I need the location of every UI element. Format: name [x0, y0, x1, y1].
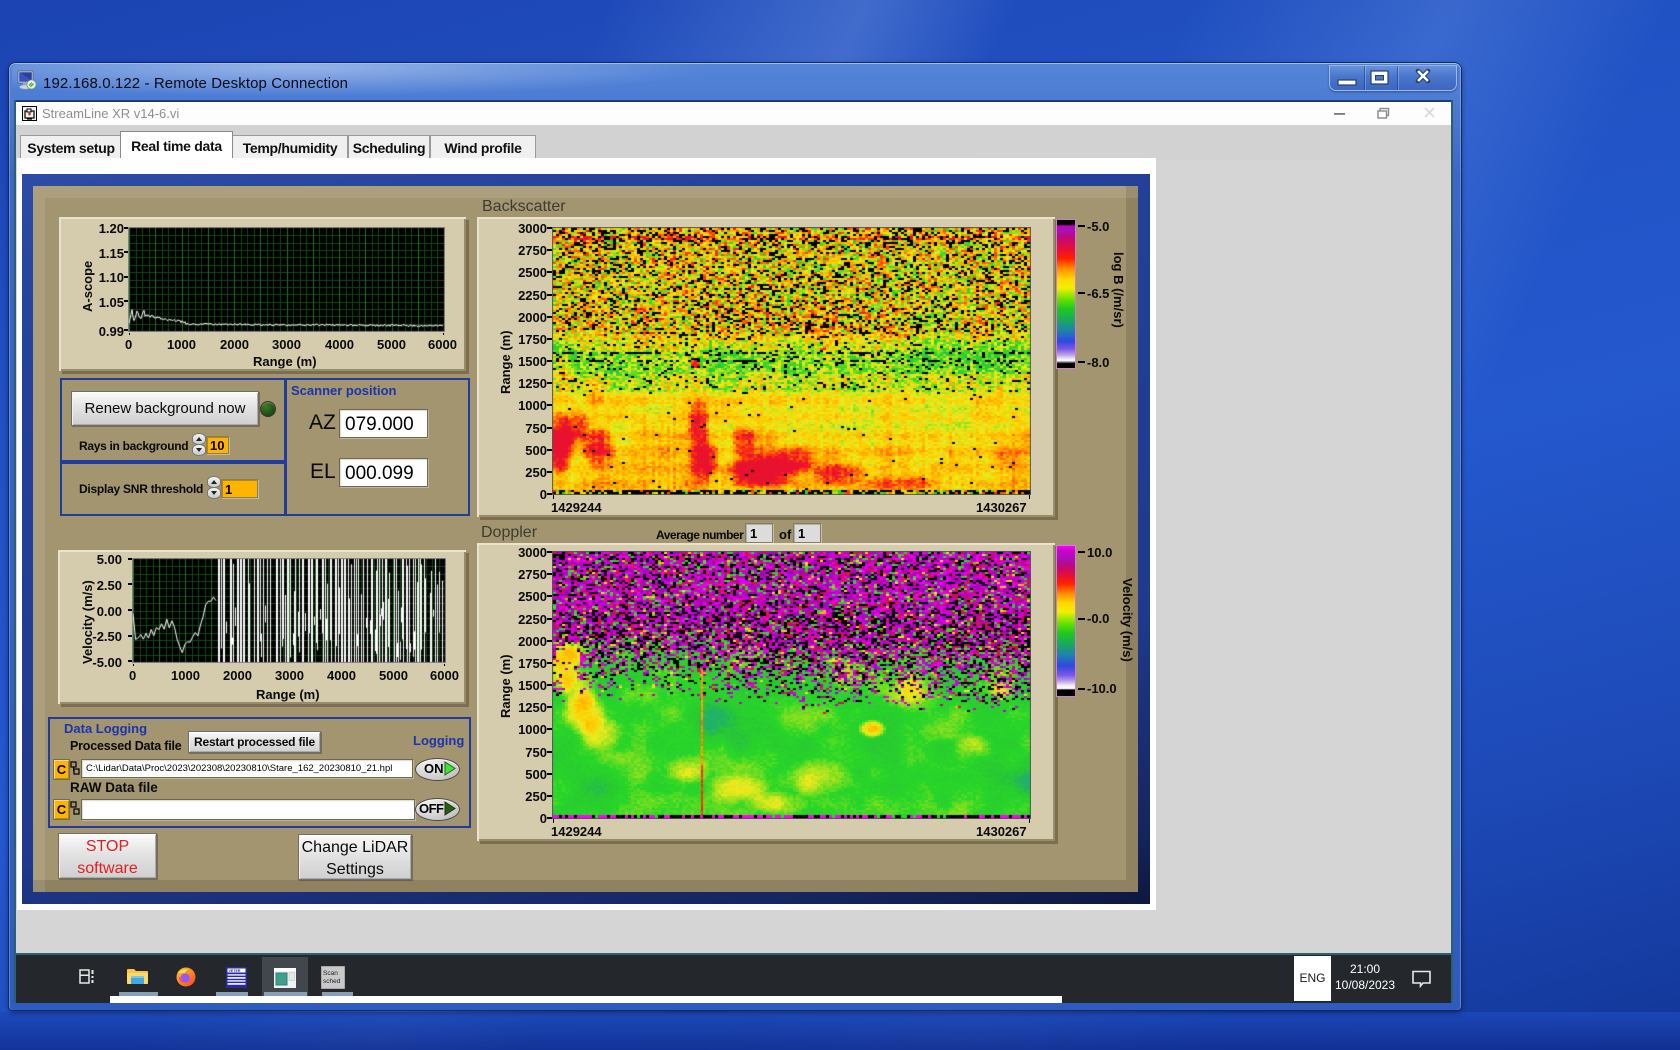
- svg-text:VETER: VETER: [229, 969, 241, 973]
- svg-text:Scan: Scan: [323, 970, 338, 977]
- svg-text:sched: sched: [323, 978, 341, 985]
